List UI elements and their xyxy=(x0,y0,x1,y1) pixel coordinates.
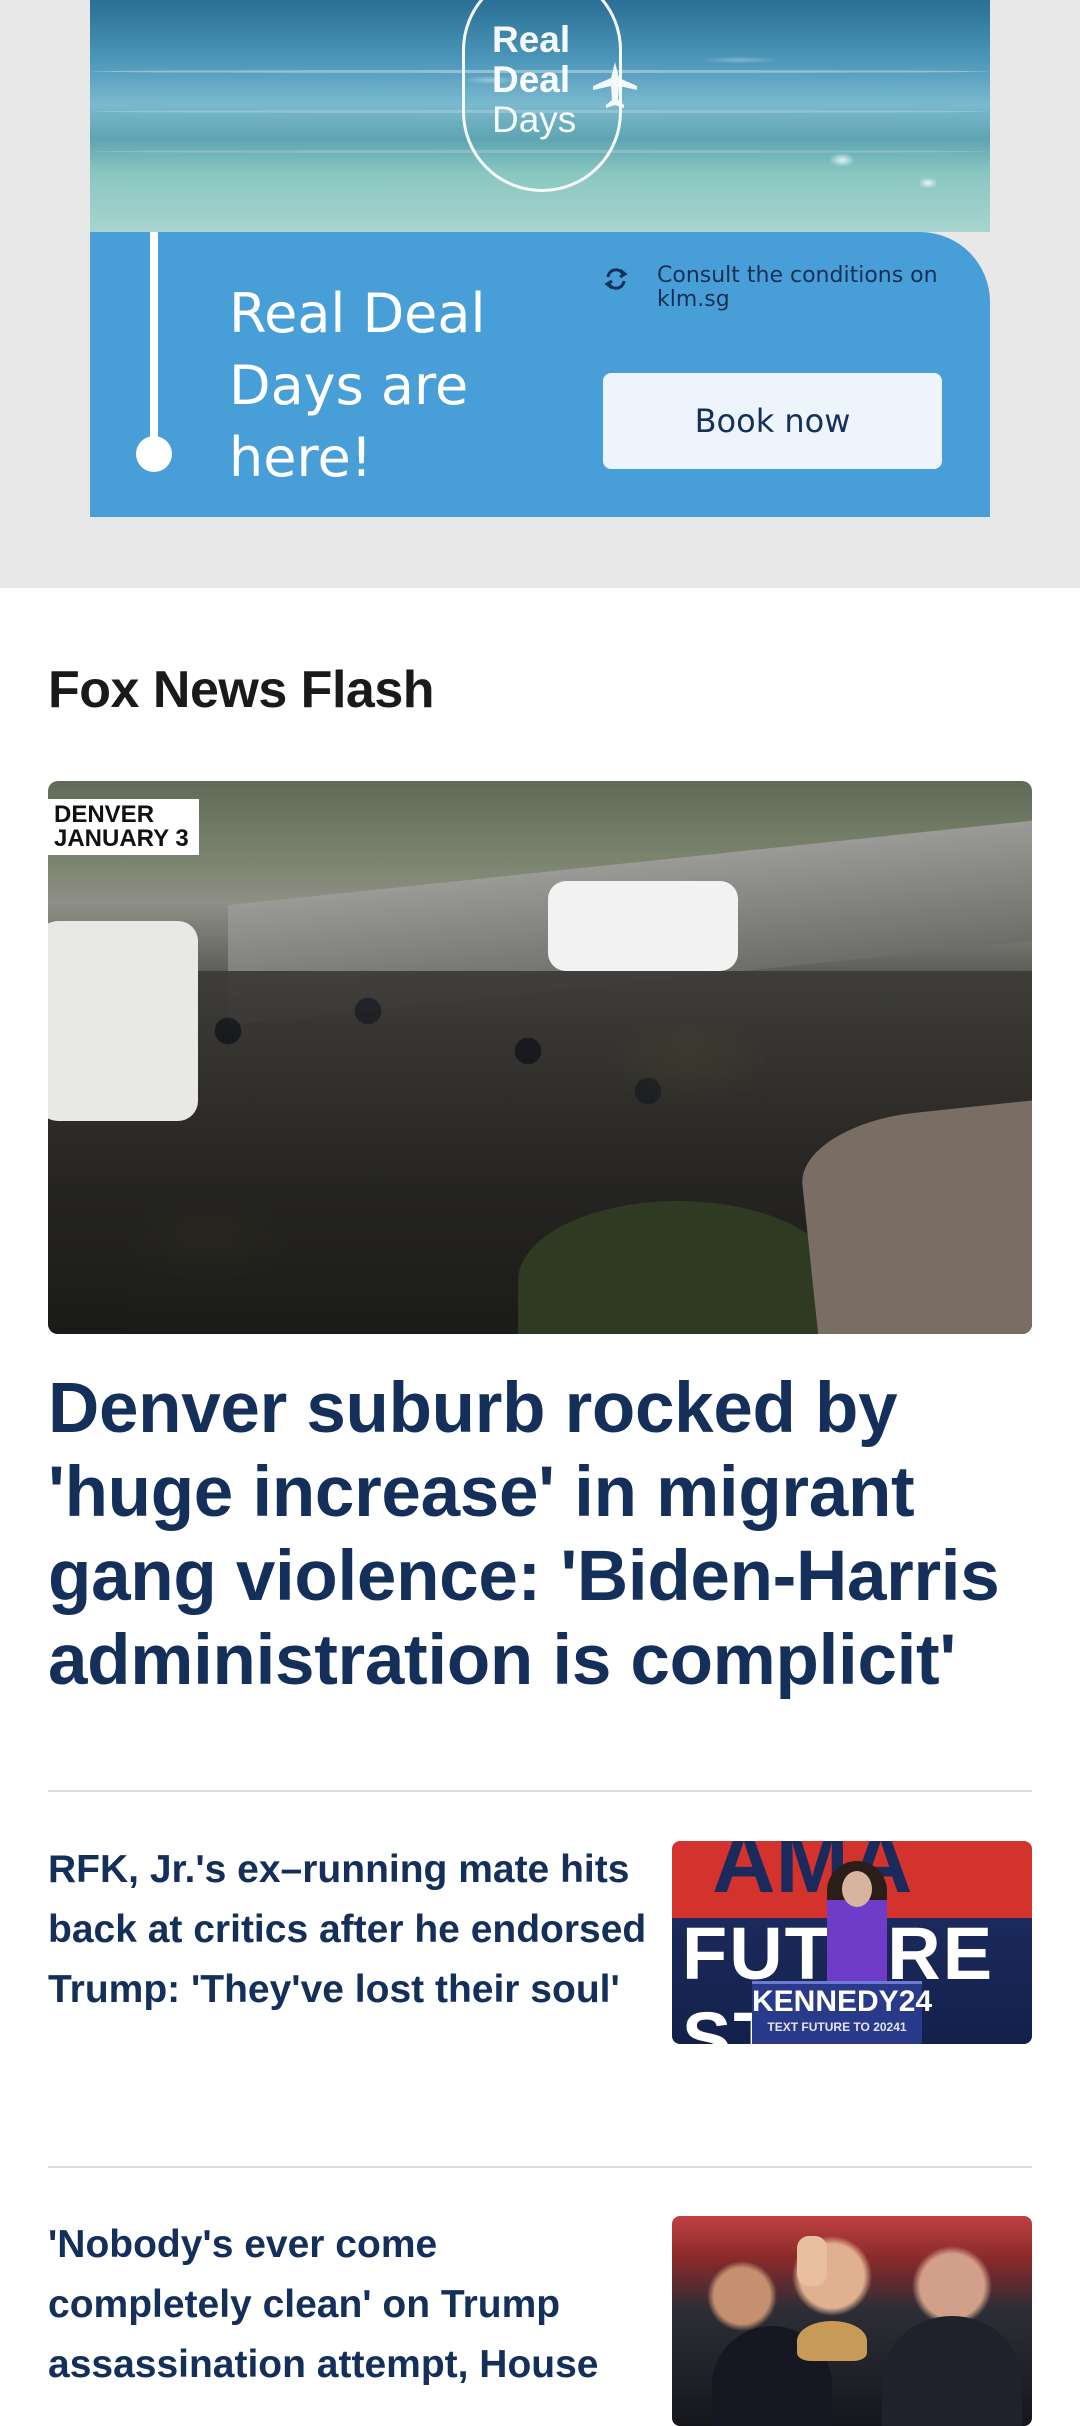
thumb-podium-subtext: TEXT FUTURE TO 20241 xyxy=(767,2020,907,2034)
ad-headline: Real Deal Days are here! xyxy=(229,282,486,489)
hero-location-tag: DENVER JANUARY 3 xyxy=(48,799,199,855)
section-title: Fox News Flash xyxy=(48,661,435,719)
divider xyxy=(48,1790,1032,1792)
ad-timeline-dot xyxy=(136,436,172,472)
hero-suv xyxy=(548,881,738,971)
hero-location-tag-text: DENVER JANUARY 3 xyxy=(54,801,189,852)
klm-ad-banner[interactable]: Real Deal Days Real Deal Days are here! … xyxy=(90,0,990,517)
divider xyxy=(48,2166,1032,2168)
book-now-button[interactable]: Book now xyxy=(603,373,942,469)
thumb-podium-text: KENNEDY24 xyxy=(752,1985,933,2018)
hero-image[interactable]: DENVER JANUARY 3 xyxy=(48,781,1032,1334)
thumb-raised-fist xyxy=(797,2236,827,2286)
story-thumbnail-rfk[interactable]: AMA FUTURE STAR KENNEDY24 TEXT FUTURE TO… xyxy=(672,1841,1032,2044)
advertisement-container: Real Deal Days Real Deal Days are here! … xyxy=(0,0,1080,588)
ad-conditions-text: Consult the conditions on klm.sg xyxy=(657,263,938,312)
story-title-trump[interactable]: 'Nobody's ever come completely clean' on… xyxy=(48,2215,648,2395)
thumb-speaker-face xyxy=(842,1871,872,1907)
thumb-podium: KENNEDY24 TEXT FUTURE TO 20241 xyxy=(752,1981,933,2044)
refresh-icon xyxy=(604,268,628,290)
ad-timeline-line xyxy=(150,232,158,442)
plane-icon xyxy=(593,62,637,108)
hero-bus xyxy=(48,921,198,1121)
story-title-rfk[interactable]: RFK, Jr.'s ex–running mate hits back at … xyxy=(48,1840,648,2020)
hero-headline[interactable]: Denver suburb rocked by 'huge increase' … xyxy=(48,1367,1032,1703)
thumb-hair xyxy=(797,2321,867,2361)
story-thumbnail-trump[interactable] xyxy=(672,2216,1032,2426)
thumb-agent-right xyxy=(882,2316,1022,2426)
